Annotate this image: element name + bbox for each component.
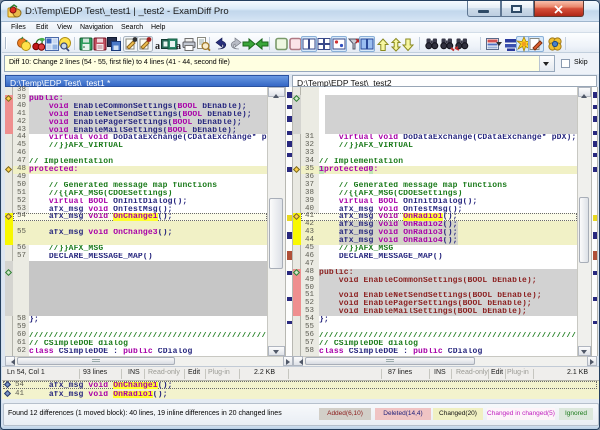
svg-text:a: a xyxy=(155,41,160,52)
